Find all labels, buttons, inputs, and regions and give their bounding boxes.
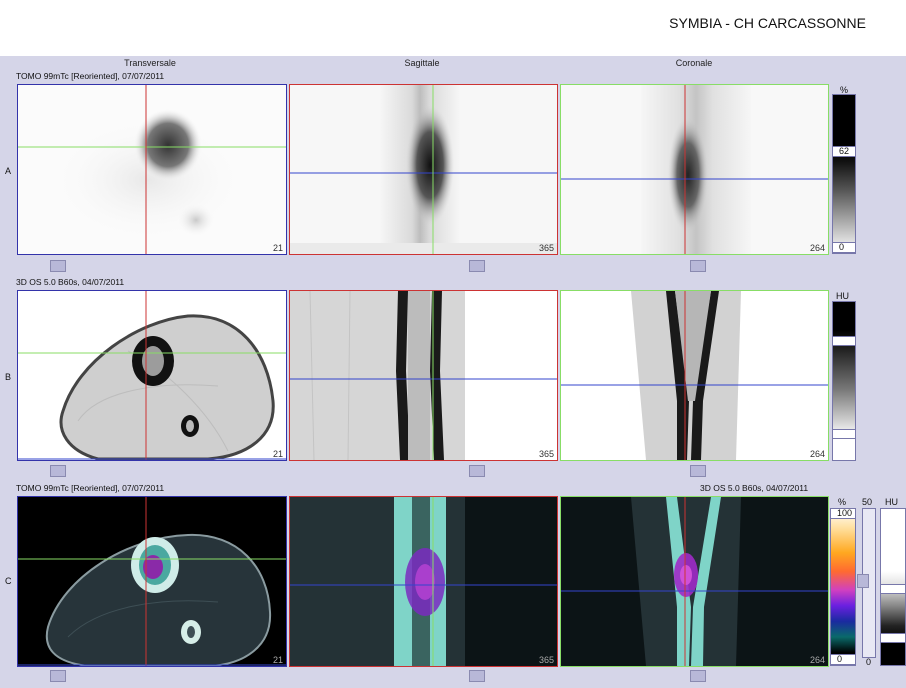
scale-c-gray-lower-handle[interactable] <box>880 633 906 643</box>
scale-c-min-value[interactable]: 0 <box>830 654 856 665</box>
view-a-sagittal[interactable]: 365 <box>289 84 558 255</box>
column-label-coronal: Coronale <box>675 58 713 68</box>
row-b-info: 3D OS 5.0 B60s, 04/07/2011 <box>16 277 125 287</box>
scale-c-extra-min: 0 <box>866 657 872 667</box>
scale-b-unit: HU <box>836 291 849 301</box>
slice-number-b-sagittal: 365 <box>538 449 554 459</box>
row-c-info: TOMO 99mTc [Reoriented], 07/07/2011 <box>16 483 165 493</box>
scale-c-gray-upper-handle[interactable] <box>880 584 906 594</box>
slice-number-c-transversal: 21 <box>272 655 283 665</box>
scale-c-max-value[interactable]: 100 <box>830 508 856 519</box>
slice-number-b-transversal: 21 <box>272 449 283 459</box>
title-bar: SYMBIA - CH CARCASSONNE <box>0 0 906 56</box>
row-c-label: C <box>5 576 12 586</box>
column-label-sagittal: Sagittale <box>404 58 440 68</box>
slice-number-c-coronal: 264 <box>809 655 825 665</box>
scale-c-unit: % <box>838 497 847 507</box>
slice-number-c-sagittal: 365 <box>538 655 554 665</box>
row-c-info-right: 3D OS 5.0 B60s, 04/07/2011 <box>700 483 809 493</box>
column-label-transversal: Transversale <box>124 58 176 68</box>
scale-b-upper-handle[interactable] <box>832 336 856 346</box>
scale-c-extra-value: 50 <box>862 497 873 507</box>
view-c-sagittal[interactable]: 365 <box>289 496 558 667</box>
slice-slider-c-coronal[interactable] <box>690 670 706 682</box>
slice-slider-a-coronal[interactable] <box>690 260 706 272</box>
row-a-label: A <box>5 166 12 176</box>
row-b-label: B <box>5 372 12 382</box>
view-a-transversal[interactable]: 21 <box>17 84 287 255</box>
scale-c-blend-slider-knob[interactable] <box>857 574 869 588</box>
slice-slider-a-transversal[interactable] <box>50 260 66 272</box>
slice-number-a-coronal: 264 <box>809 243 825 253</box>
slice-slider-c-transversal[interactable] <box>50 670 66 682</box>
slice-slider-b-transversal[interactable] <box>50 465 66 477</box>
view-c-transversal[interactable]: 21 <box>17 496 287 667</box>
slice-slider-b-coronal[interactable] <box>690 465 706 477</box>
scale-a-min-value[interactable]: 0 <box>832 242 856 253</box>
scale-a-colorbar[interactable] <box>832 94 856 254</box>
scale-b-lower-handle[interactable] <box>832 429 856 439</box>
slice-number-b-coronal: 264 <box>809 449 825 459</box>
view-a-coronal[interactable]: 264 <box>560 84 829 255</box>
view-b-transversal[interactable]: 21 <box>17 290 287 461</box>
slice-number-a-sagittal: 365 <box>538 243 554 253</box>
view-c-coronal[interactable]: 264 <box>560 496 829 667</box>
scale-c-color-colorbar[interactable] <box>830 508 856 666</box>
view-b-coronal[interactable]: 264 <box>560 290 829 461</box>
slice-number-a-transversal: 21 <box>272 243 283 253</box>
slice-slider-c-sagittal[interactable] <box>469 670 485 682</box>
slice-slider-b-sagittal[interactable] <box>469 465 485 477</box>
scale-a-level-value[interactable]: 62 <box>832 146 856 157</box>
viewer-workarea: Transversale Sagittale Coronale TOMO 99m… <box>0 56 906 688</box>
slice-slider-a-sagittal[interactable] <box>469 260 485 272</box>
header-title: SYMBIA - CH CARCASSONNE <box>669 15 866 31</box>
scale-c-unit-hu: HU <box>885 497 898 507</box>
view-b-sagittal[interactable]: 365 <box>289 290 558 461</box>
row-a-info: TOMO 99mTc [Reoriented], 07/07/2011 <box>16 71 165 81</box>
